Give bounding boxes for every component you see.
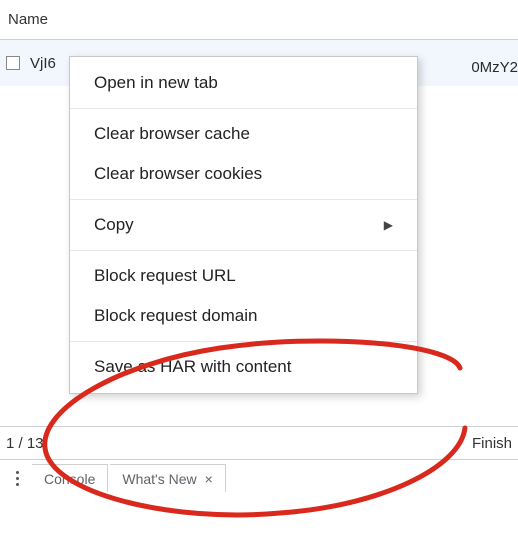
menu-label: Clear browser cookies — [94, 164, 262, 184]
menu-separator — [70, 250, 417, 251]
menu-open-in-new-tab[interactable]: Open in new tab — [70, 63, 417, 103]
column-label-name: Name — [8, 11, 48, 28]
tab-console[interactable]: Console — [32, 464, 108, 492]
menu-block-request-url[interactable]: Block request URL — [70, 256, 417, 296]
row-checkbox-cell — [0, 56, 22, 70]
menu-save-as-har[interactable]: Save as HAR with content — [70, 347, 417, 387]
chevron-right-icon: ▶ — [384, 218, 393, 232]
close-icon[interactable]: × — [205, 472, 213, 486]
tab-whats-new[interactable]: What's New × — [110, 464, 225, 492]
row-checkbox[interactable] — [6, 56, 20, 70]
menu-label: Block request domain — [94, 306, 257, 326]
network-status-bar: 1 / 13 Finish — [0, 426, 518, 460]
menu-clear-cache[interactable]: Clear browser cache — [70, 114, 417, 154]
drawer-tabs: Console What's New × — [0, 460, 518, 496]
menu-label: Copy — [94, 215, 134, 235]
kebab-menu-icon[interactable] — [4, 471, 30, 486]
request-name-right-fragment: 0MzY2 — [467, 48, 518, 86]
tab-whats-new-label: What's New — [122, 471, 196, 487]
request-name-left-fragment: VjI6 — [22, 55, 56, 72]
status-finish-fragment: Finish — [472, 435, 512, 452]
network-column-header[interactable]: Name — [0, 0, 518, 40]
menu-label: Open in new tab — [94, 73, 218, 93]
menu-label: Save as HAR with content — [94, 357, 291, 377]
menu-separator — [70, 108, 417, 109]
context-menu: Open in new tab Clear browser cache Clea… — [69, 56, 418, 394]
status-requests-count: 1 / 13 — [6, 435, 44, 452]
menu-clear-cookies[interactable]: Clear browser cookies — [70, 154, 417, 194]
menu-label: Block request URL — [94, 266, 236, 286]
menu-separator — [70, 199, 417, 200]
menu-copy[interactable]: Copy ▶ — [70, 205, 417, 245]
menu-block-request-domain[interactable]: Block request domain — [70, 296, 417, 336]
menu-separator — [70, 341, 417, 342]
tab-console-label: Console — [44, 471, 95, 487]
menu-label: Clear browser cache — [94, 124, 250, 144]
